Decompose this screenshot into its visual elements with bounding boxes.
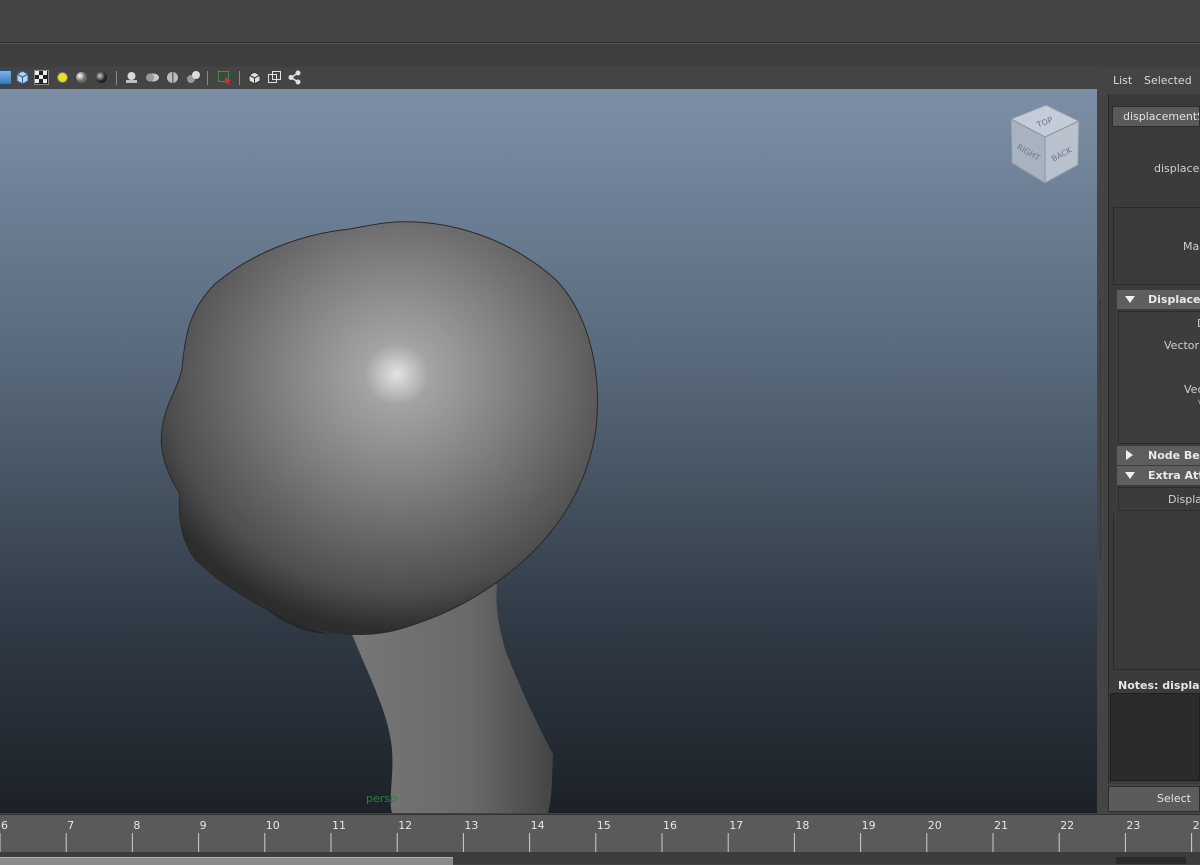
sphere-shaded-icon[interactable]	[74, 70, 89, 85]
section-extra-attributes-header[interactable]: Extra Att	[1117, 466, 1200, 485]
frame-label: 16	[663, 819, 677, 832]
main-menu-bar	[0, 0, 1200, 43]
frame-label: 21	[994, 819, 1008, 832]
camera-name-label: persp	[366, 792, 397, 805]
smooth-shade-cube-icon[interactable]	[15, 70, 30, 85]
section-displacement-header[interactable]: Displacen	[1117, 290, 1200, 309]
section-extra-attributes-body: Displac	[1118, 487, 1200, 511]
frame-label: 9	[200, 819, 207, 832]
splitter-grip[interactable]	[1100, 300, 1103, 560]
frame-label: 14	[531, 819, 545, 832]
frame-label: 24	[1193, 819, 1200, 832]
menu-list[interactable]: List	[1113, 74, 1132, 87]
frame-label: 12	[398, 819, 412, 832]
toolbar-separator	[116, 71, 117, 85]
notes-textarea[interactable]	[1110, 693, 1200, 781]
select-camera-icon[interactable]	[217, 70, 232, 85]
isolate-select-icon[interactable]	[247, 70, 262, 85]
time-slider-ruler[interactable]: 6 7 8 9 10 11 12 13 14 15 16 17 18 19 20 21 22 23 24	[0, 815, 1200, 853]
frame-label: 11	[332, 819, 346, 832]
node-tab[interactable]: displacementSha	[1112, 106, 1200, 127]
hud-graph-icon[interactable]	[287, 70, 302, 85]
frame-label: 19	[862, 819, 876, 832]
range-end-field[interactable]	[1116, 857, 1186, 864]
antialias-icon[interactable]	[165, 70, 180, 85]
section-label: Displacen	[1148, 293, 1200, 306]
attr-label: Displac	[1168, 493, 1200, 506]
viewport-toolbar	[0, 67, 1100, 89]
xray-icon[interactable]	[267, 70, 282, 85]
perspective-viewport[interactable]: TOP RIGHT BACK	[0, 89, 1097, 813]
expand-arrow-icon	[1125, 472, 1135, 479]
frame-label: 20	[928, 819, 942, 832]
attribute-editor-menu: List Selected	[1105, 72, 1200, 90]
frame-label: 7	[67, 819, 74, 832]
frame-label: 13	[464, 819, 478, 832]
time-slider[interactable]: 6 7 8 9 10 11 12 13 14 15 16 17 18 19 20 21 22 23 24	[0, 814, 1200, 853]
expand-arrow-icon	[1125, 296, 1135, 303]
collapse-arrow-icon	[1126, 450, 1133, 460]
section-node-behavior-header[interactable]: Node Beh	[1117, 446, 1200, 465]
select-button[interactable]: Select	[1108, 786, 1200, 812]
frame-label: 23	[1126, 819, 1140, 832]
motion-blur-icon[interactable]	[145, 70, 160, 85]
frame-label: 8	[133, 819, 140, 832]
depth-of-field-icon[interactable]	[186, 70, 201, 85]
frame-label: 22	[1060, 819, 1074, 832]
frame-label: 18	[795, 819, 809, 832]
menu-selected[interactable]: Selected	[1144, 74, 1192, 87]
node-name-label: displacem	[1154, 162, 1200, 175]
frame-label: 17	[729, 819, 743, 832]
frame-label: 6	[1, 819, 8, 832]
view-cube[interactable]: TOP RIGHT BACK	[1008, 104, 1083, 185]
default-light-icon[interactable]	[55, 70, 70, 85]
status-line	[0, 43, 1200, 68]
material-label: Ma	[1183, 240, 1200, 253]
mesh-head	[160, 221, 598, 635]
attribute-editor-empty-area	[1113, 513, 1200, 670]
frame-label: 10	[266, 819, 280, 832]
notes-label: Notes: displac	[1118, 679, 1200, 692]
sphere-dark-icon[interactable]	[94, 70, 109, 85]
attr-label: Vector D	[1164, 339, 1200, 352]
checker-texture-icon[interactable]	[34, 70, 49, 85]
toolbar-separator	[239, 71, 240, 85]
wireframe-cube-icon[interactable]	[0, 70, 12, 85]
toolbar-separator	[207, 71, 208, 85]
section-displacement-body: D Vector D Vec V	[1118, 311, 1200, 444]
attr-label: Vec	[1184, 383, 1200, 396]
frame-label: 15	[597, 819, 611, 832]
section-label: Extra Att	[1148, 469, 1200, 482]
section-label: Node Beh	[1148, 449, 1200, 462]
ambient-occlusion-icon[interactable]	[124, 70, 139, 85]
